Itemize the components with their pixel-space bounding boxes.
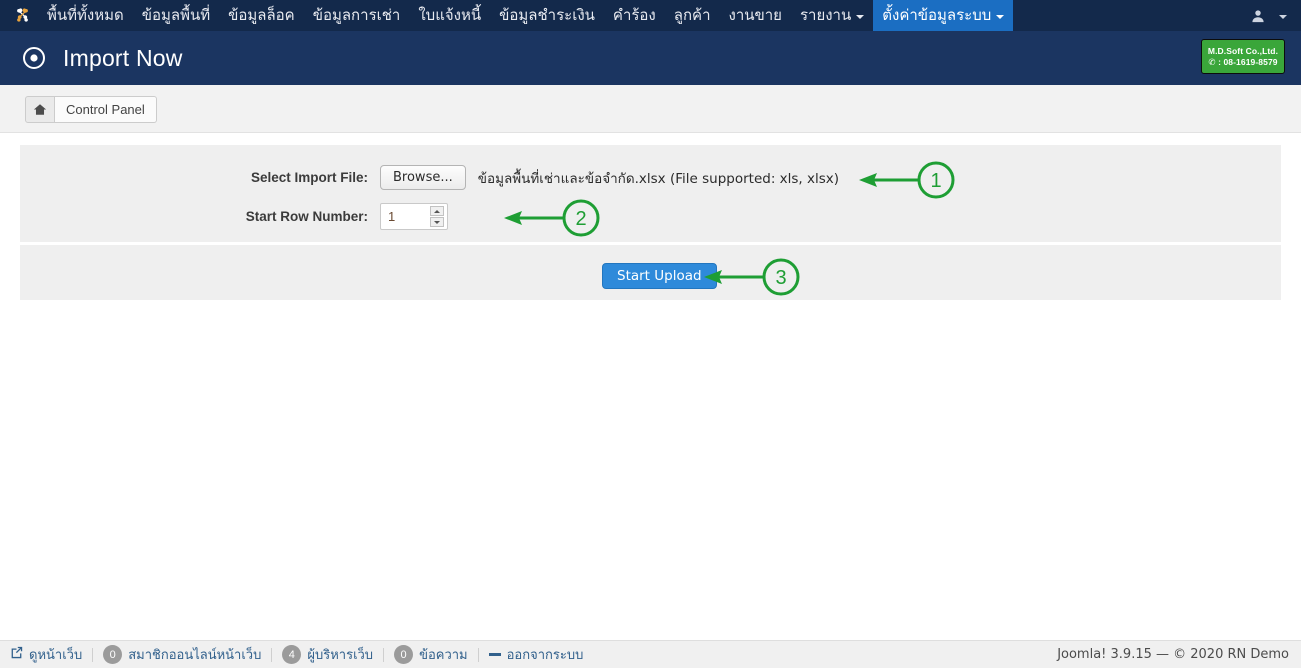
start-row-input-wrapper xyxy=(380,203,448,230)
toolbar-strip xyxy=(0,85,1301,133)
footer-separator xyxy=(383,647,385,662)
nav-item-6[interactable]: คำร้อง xyxy=(604,0,665,31)
nav-item-8[interactable]: งานขาย xyxy=(720,0,791,31)
footer-copyright: Joomla! 3.9.15 — © 2020 RN Demo xyxy=(1057,647,1289,662)
footer-item-0[interactable]: ดูหน้าเว็บ xyxy=(10,644,82,665)
nav-item-label: ใบแจ้งหนี้ xyxy=(418,6,482,24)
nav-item-4[interactable]: ใบแจ้งหนี้ xyxy=(409,0,490,31)
footer-item-4[interactable]: ออกจากระบบ xyxy=(488,644,584,665)
select-import-file-label: Select Import File: xyxy=(250,170,368,185)
start-row-number-label: Start Row Number: xyxy=(245,209,368,224)
annotation-3: 3 xyxy=(700,257,805,297)
nav-item-label: พื้นที่ทั้งหมด xyxy=(47,6,124,24)
control-panel-button[interactable]: Control Panel xyxy=(55,96,157,123)
footer-item-3[interactable]: 0 ข้อความ xyxy=(394,644,468,665)
footer-item-label: ข้อความ xyxy=(419,648,468,663)
nav-item-label: รายงาน xyxy=(799,6,852,24)
annotation-2-number: 2 xyxy=(575,208,586,230)
brand-badge: M.D.Soft Co.,Ltd. ✆ : 08-1619-8579 xyxy=(1201,39,1285,74)
footer-separator xyxy=(92,647,94,662)
footer-items: ดูหน้าเว็บ 0 สมาชิกออนไลน์หน้าเว็บ 4 ผู้บริห… xyxy=(0,644,583,665)
stepper-down-icon[interactable] xyxy=(430,217,444,227)
footer-item-label: ผู้บริหารเว็บ xyxy=(307,648,374,663)
page-title: Import Now xyxy=(63,44,183,71)
browse-button[interactable]: Browse... xyxy=(380,165,466,190)
start-row-number-row: Start Row Number: xyxy=(0,203,1261,230)
footer-item-label: ดูหน้าเว็บ xyxy=(29,648,83,663)
nav-item-9[interactable]: รายงาน xyxy=(791,0,873,31)
nav-item-10[interactable]: ตั้งค่าข้อมูลระบบ xyxy=(873,0,1014,31)
nav-item-label: ข้อมูลล็อค xyxy=(228,6,295,24)
target-circle-icon xyxy=(22,46,46,70)
nav-item-label: คำร้อง xyxy=(612,6,656,24)
start-row-stepper xyxy=(430,206,444,227)
footer-item-1[interactable]: 0 สมาชิกออนไลน์หน้าเว็บ xyxy=(103,644,261,665)
nav-item-label: ตั้งค่าข้อมูลระบบ xyxy=(882,6,992,24)
annotation-2: 2 xyxy=(500,198,605,238)
footer-item-label: สมาชิกออนไลน์หน้าเว็บ xyxy=(128,648,262,663)
page-root: พื้นที่ทั้งหมด ข้อมูลพื้นที่ ข้อมูลล็อค ข้อ… xyxy=(0,0,1301,668)
joomla-logo-icon[interactable] xyxy=(0,0,38,31)
start-row-input[interactable] xyxy=(381,205,423,228)
footer-badge: 4 xyxy=(282,645,302,664)
nav-item-1[interactable]: ข้อมูลพื้นที่ xyxy=(133,0,219,31)
navbar-right xyxy=(1251,0,1301,31)
nav-item-2[interactable]: ข้อมูลล็อค xyxy=(219,0,304,31)
brand-badge-phone: ✆ : 08-1619-8579 xyxy=(1208,56,1278,67)
nav-item-label: ข้อมูลการเช่า xyxy=(312,6,401,24)
nav-item-label: ลูกค้า xyxy=(673,6,711,24)
page-header: Import Now xyxy=(0,31,1301,85)
navbar-items: พื้นที่ทั้งหมด ข้อมูลพื้นที่ ข้อมูลล็อค ข้อ… xyxy=(38,0,1014,31)
chevron-down-icon xyxy=(856,14,865,19)
nav-item-label: ข้อมูลพื้นที่ xyxy=(141,6,211,24)
annotation-1: 1 xyxy=(855,160,960,200)
nav-item-5[interactable]: ข้อมูลชำระเงิน xyxy=(490,0,604,31)
footer-badge: 0 xyxy=(394,645,414,664)
nav-item-0[interactable]: พื้นที่ทั้งหมด xyxy=(38,0,133,31)
chevron-down-icon xyxy=(996,14,1005,19)
stepper-up-icon[interactable] xyxy=(430,206,444,216)
brand-badge-company: M.D.Soft Co.,Ltd. xyxy=(1207,45,1279,56)
footer-item-2[interactable]: 4 ผู้บริหารเว็บ xyxy=(282,644,373,665)
minus-icon xyxy=(488,653,501,656)
annotation-3-number: 3 xyxy=(775,267,786,289)
footer-separator xyxy=(477,647,479,662)
nav-item-7[interactable]: ลูกค้า xyxy=(665,0,720,31)
footer-separator xyxy=(271,647,273,662)
selected-file-text: ข้อมูลพื้นที่เช่าและข้อจำกัด.xlsx (File … xyxy=(477,170,840,187)
home-icon[interactable] xyxy=(25,96,55,123)
external-link-icon xyxy=(10,646,23,663)
user-icon[interactable] xyxy=(1251,9,1265,23)
top-navbar: พื้นที่ทั้งหมด ข้อมูลพื้นที่ ข้อมูลล็อค ข้อ… xyxy=(0,0,1301,31)
breadcrumb: Control Panel xyxy=(25,96,157,123)
footer-badge: 0 xyxy=(103,645,123,664)
nav-item-3[interactable]: ข้อมูลการเช่า xyxy=(304,0,410,31)
nav-item-label: งานขาย xyxy=(728,6,782,24)
annotation-1-number: 1 xyxy=(930,170,941,192)
footer-item-label: ออกจากระบบ xyxy=(506,648,584,663)
user-menu-caret-icon[interactable] xyxy=(1279,14,1287,19)
footer: ดูหน้าเว็บ 0 สมาชิกออนไลน์หน้าเว็บ 4 ผู้บริห… xyxy=(0,640,1301,668)
select-import-file-row: Select Import File: Browse... ข้อมูลพื้น… xyxy=(0,165,1261,190)
nav-item-label: ข้อมูลชำระเงิน xyxy=(499,6,595,24)
